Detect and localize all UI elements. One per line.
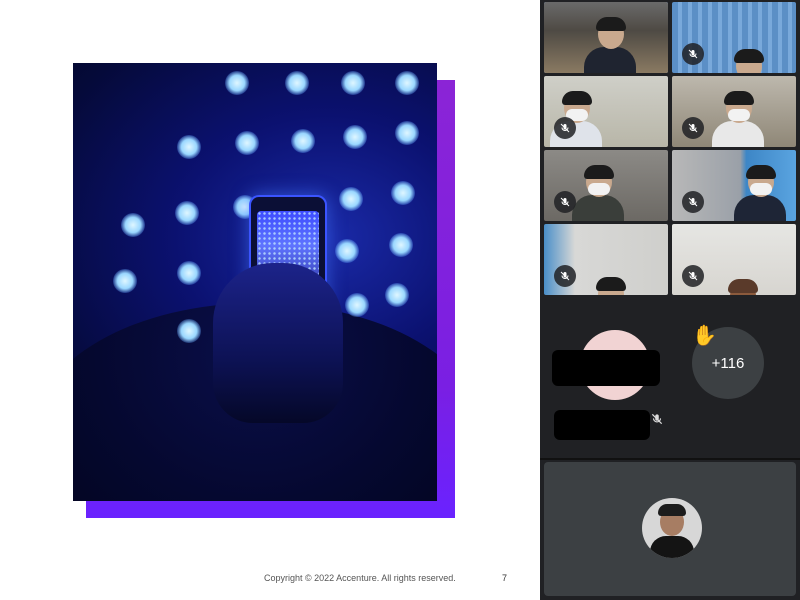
light-dot xyxy=(177,261,201,285)
light-dot xyxy=(395,121,419,145)
participant-video xyxy=(572,165,624,221)
mic-off-icon xyxy=(682,191,704,213)
participant-video xyxy=(722,49,774,73)
participant-tile[interactable] xyxy=(672,224,796,295)
slide-photo xyxy=(73,63,437,501)
panel-divider xyxy=(540,458,800,460)
participant-video xyxy=(716,279,768,295)
light-dot xyxy=(339,187,363,211)
participant-video xyxy=(584,17,636,73)
mic-off-icon xyxy=(682,117,704,139)
participant-video xyxy=(734,165,786,221)
participant-tile[interactable] xyxy=(544,2,668,73)
light-dot xyxy=(391,181,415,205)
mic-off-icon xyxy=(682,265,704,287)
participant-tile[interactable] xyxy=(672,76,796,147)
participant-tile[interactable] xyxy=(672,2,796,73)
redacted-name xyxy=(552,350,660,386)
light-dot xyxy=(177,135,201,159)
raised-hand-icon: ✋ xyxy=(692,325,717,347)
slide-page-number: 7 xyxy=(502,573,508,583)
light-dot xyxy=(335,239,359,263)
self-avatar xyxy=(642,498,702,558)
hand-in-photo xyxy=(213,263,343,423)
more-participants-count: +116 xyxy=(711,354,745,372)
light-dot xyxy=(175,201,199,225)
self-view-tile[interactable] xyxy=(544,462,796,596)
mic-off-icon xyxy=(648,410,666,428)
participant-tile[interactable] xyxy=(544,76,668,147)
light-dot xyxy=(121,213,145,237)
participant-tile[interactable] xyxy=(544,224,668,295)
light-dot xyxy=(389,233,413,257)
light-dot xyxy=(341,71,365,95)
meeting-panel: +116 ✋ xyxy=(540,0,800,600)
light-dot xyxy=(285,71,309,95)
mic-off-icon xyxy=(554,191,576,213)
participant-video xyxy=(584,277,636,295)
light-dot xyxy=(385,283,409,307)
light-dot xyxy=(343,125,367,149)
light-dot xyxy=(113,269,137,293)
mic-off-icon xyxy=(554,265,576,287)
light-dot xyxy=(235,131,259,155)
participant-tile[interactable] xyxy=(544,150,668,221)
light-dot xyxy=(345,293,369,317)
mic-off-icon xyxy=(554,117,576,139)
redacted-name xyxy=(554,410,650,440)
light-dot xyxy=(291,129,315,153)
light-dot xyxy=(225,71,249,95)
slide-copyright: Copyright © 2022 Accenture. All rights r… xyxy=(264,573,456,583)
participant-tile[interactable] xyxy=(672,150,796,221)
light-dot xyxy=(177,319,201,343)
presentation-slide: Copyright © 2022 Accenture. All rights r… xyxy=(0,0,540,600)
mic-off-icon xyxy=(682,43,704,65)
participant-video xyxy=(712,91,764,147)
light-dot xyxy=(395,71,419,95)
